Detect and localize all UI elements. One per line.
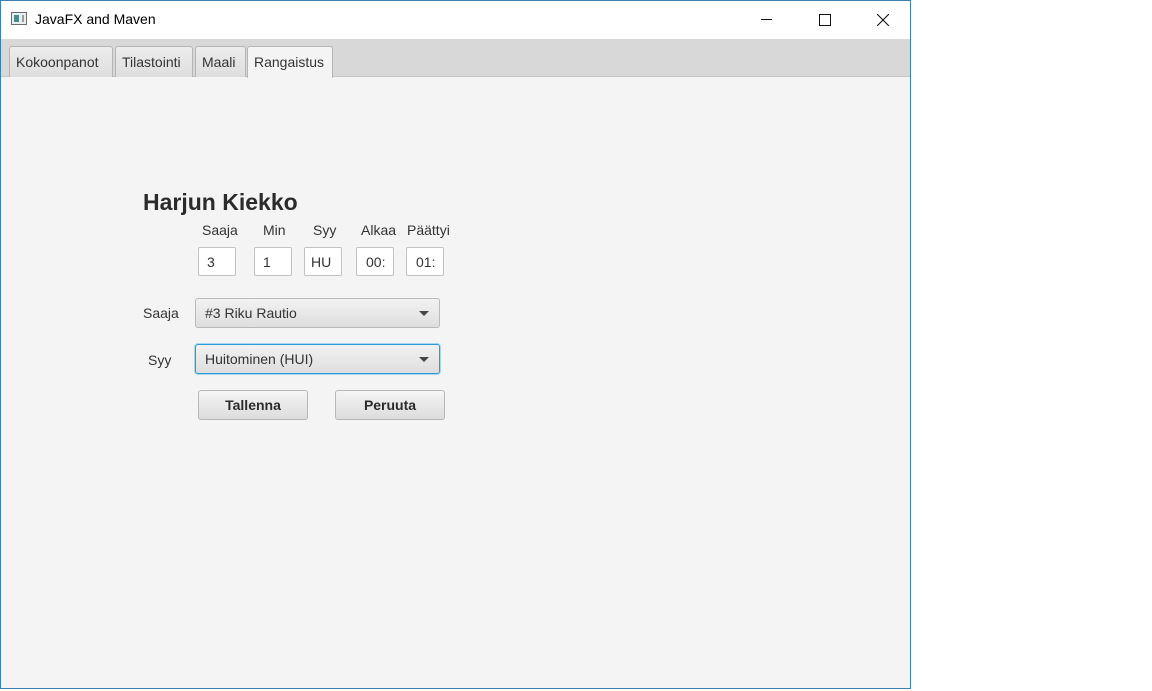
app-window: JavaFX and Maven Kokoonpanot Tilastointi… — [0, 0, 911, 689]
saaja-column-label: Saaja — [202, 222, 238, 238]
tab-maali[interactable]: Maali — [195, 46, 246, 77]
tab-rangaistus[interactable]: Rangaistus — [247, 46, 333, 78]
tab-kokoonpanot[interactable]: Kokoonpanot — [9, 46, 113, 77]
paattyi-field[interactable]: 01: — [406, 247, 444, 276]
team-title: Harjun Kiekko — [143, 189, 298, 215]
syy-label: Syy — [148, 352, 172, 368]
maximize-icon — [819, 14, 831, 26]
min-column-label: Min — [263, 222, 286, 238]
chevron-down-icon — [419, 357, 429, 362]
syy-code-field[interactable]: HU — [304, 247, 342, 276]
saaja-select[interactable]: #3 Riku Rautio — [195, 298, 440, 328]
chevron-down-icon — [419, 311, 429, 316]
min-field[interactable]: 1 — [254, 247, 292, 276]
tab-tilastointi[interactable]: Tilastointi — [115, 46, 193, 77]
saaja-label: Saaja — [143, 305, 179, 321]
minimize-button[interactable] — [738, 1, 796, 39]
app-icon — [11, 12, 27, 25]
saaja-number-field[interactable]: 3 — [198, 247, 236, 276]
saaja-select-value: #3 Riku Rautio — [205, 305, 297, 321]
syy-column-label: Syy — [313, 222, 337, 238]
close-button[interactable] — [854, 1, 912, 39]
syy-select-value: Huitominen (HUI) — [205, 351, 314, 367]
window-title: JavaFX and Maven — [35, 11, 156, 27]
alkaa-field[interactable]: 00: — [356, 247, 394, 276]
close-icon — [877, 14, 889, 26]
cancel-button[interactable]: Peruuta — [335, 390, 445, 420]
minimize-icon — [761, 19, 772, 20]
title-bar: JavaFX and Maven — [1, 1, 910, 39]
paattyi-column-label: Päättyi — [407, 222, 450, 238]
syy-select[interactable]: Huitominen (HUI) — [195, 344, 440, 374]
tab-bar: Kokoonpanot Tilastointi Maali Rangaistus — [1, 39, 910, 78]
maximize-button[interactable] — [796, 1, 854, 39]
alkaa-column-label: Alkaa — [361, 222, 397, 238]
save-button[interactable]: Tallenna — [198, 390, 308, 420]
